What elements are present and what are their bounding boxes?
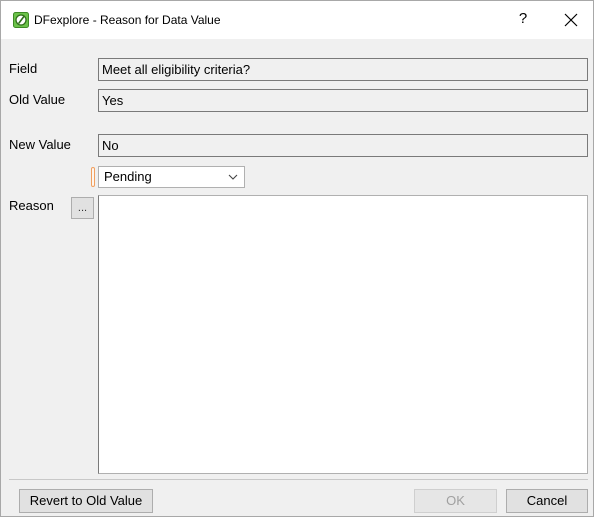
old-value-field: Yes — [98, 89, 588, 112]
ok-button[interactable]: OK — [414, 489, 497, 513]
status-dropdown-value: Pending — [104, 169, 152, 184]
help-button[interactable]: ? — [515, 9, 531, 29]
cancel-button[interactable]: Cancel — [506, 489, 588, 513]
window-title: DFexplore - Reason for Data Value — [34, 13, 221, 27]
reason-label: Reason — [9, 198, 54, 213]
close-icon[interactable] — [563, 12, 579, 28]
new-value-label: New Value — [9, 137, 71, 152]
reason-browse-button[interactable]: ... — [71, 197, 94, 219]
status-dropdown[interactable]: Pending — [98, 166, 245, 188]
chevron-down-icon — [228, 174, 238, 180]
title-bar[interactable]: DFexplore - Reason for Data Value ? — [1, 1, 593, 39]
new-value-field: No — [98, 134, 588, 157]
dfexplore-logo-icon — [13, 12, 29, 28]
footer-divider — [9, 479, 588, 480]
old-value-label: Old Value — [9, 92, 66, 107]
status-marker — [91, 167, 95, 187]
reason-dialog: DFexplore - Reason for Data Value ? Fiel… — [0, 0, 594, 517]
field-label: Field — [9, 61, 38, 76]
field-value: Meet all eligibility criteria? — [98, 58, 588, 81]
revert-button[interactable]: Revert to Old Value — [19, 489, 153, 513]
reason-input[interactable] — [98, 195, 588, 474]
